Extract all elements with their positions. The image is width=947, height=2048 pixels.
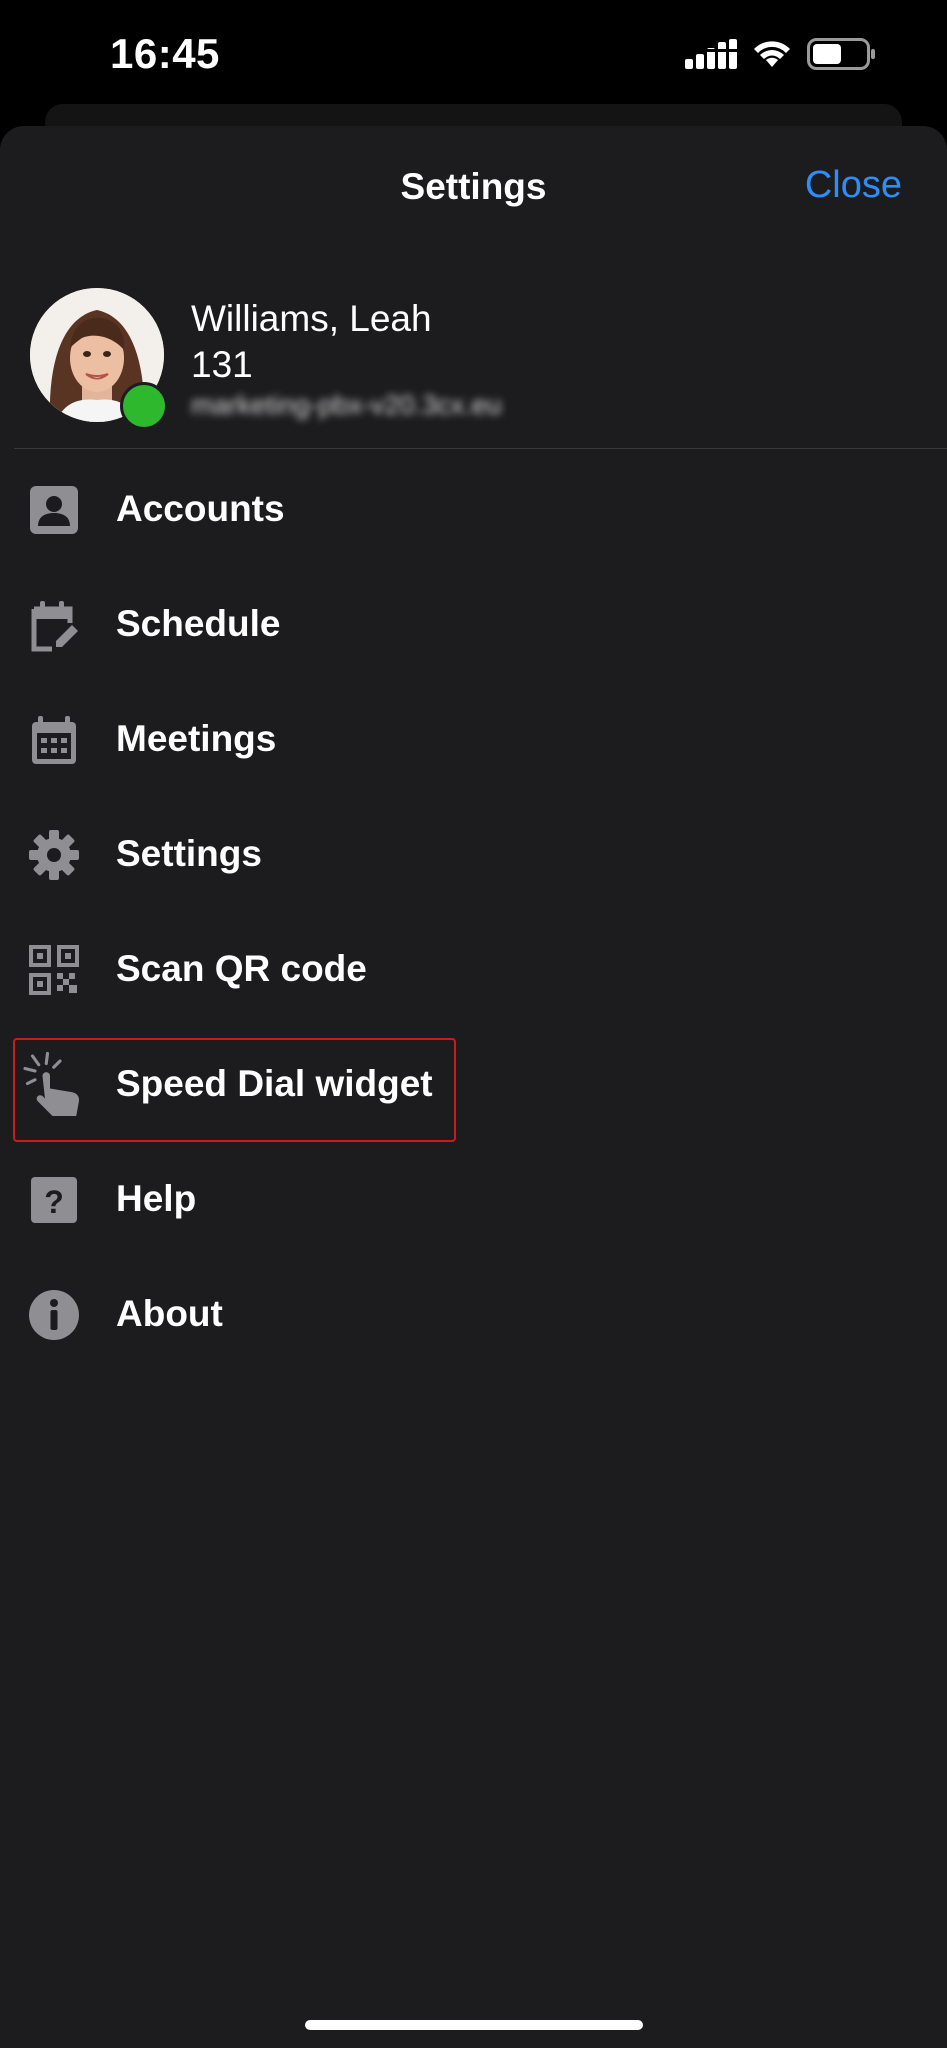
menu-item-label: Help	[116, 1178, 197, 1219]
profile-name: Williams, Leah	[191, 298, 432, 339]
svg-text:?: ?	[44, 1184, 64, 1220]
menu-item-label: Accounts	[116, 488, 285, 529]
status-icons	[685, 38, 877, 70]
home-indicator[interactable]	[305, 2020, 643, 2030]
menu-item-settings[interactable]: Settings	[0, 801, 947, 905]
account-icon	[30, 486, 78, 534]
menu-item-about[interactable]: About	[0, 1261, 947, 1365]
menu-item-help[interactable]: ? Help	[0, 1146, 947, 1250]
menu-item-accounts[interactable]: Accounts	[0, 456, 947, 560]
divider	[14, 448, 947, 449]
settings-sheet: Settings Close Williams, Leah 131 market…	[0, 126, 947, 2048]
calendar-icon	[32, 716, 76, 764]
qr-code-icon	[29, 945, 79, 995]
menu-item-meetings[interactable]: Meetings	[0, 686, 947, 790]
highlight-box	[13, 1038, 456, 1142]
menu-item-label: About	[116, 1293, 223, 1334]
profile-server: marketing-pbx-v20.3cx.eu	[191, 390, 502, 420]
menu-item-schedule[interactable]: Schedule	[0, 571, 947, 675]
gear-icon	[29, 830, 79, 880]
close-button[interactable]: Close	[805, 164, 902, 207]
menu-item-label: Scan QR code	[116, 948, 367, 989]
info-icon	[29, 1290, 79, 1340]
help-icon: ?	[31, 1177, 77, 1223]
presence-status-indicator	[120, 382, 168, 430]
wifi-icon	[754, 41, 790, 67]
schedule-edit-icon	[31, 601, 78, 652]
profile-extension: 131	[191, 344, 253, 385]
menu-item-label: Meetings	[116, 718, 277, 759]
menu-item-label: Schedule	[116, 603, 281, 644]
menu-item-label: Settings	[116, 833, 262, 874]
status-bar: 16:45	[0, 0, 947, 110]
battery-icon	[807, 38, 875, 70]
menu-item-scan-qr[interactable]: Scan QR code	[0, 916, 947, 1020]
status-time: 16:45	[110, 30, 220, 77]
profile-card[interactable]: Williams, Leah 131 marketing-pbx-v20.3cx…	[0, 288, 947, 448]
signal-icon	[685, 39, 737, 69]
